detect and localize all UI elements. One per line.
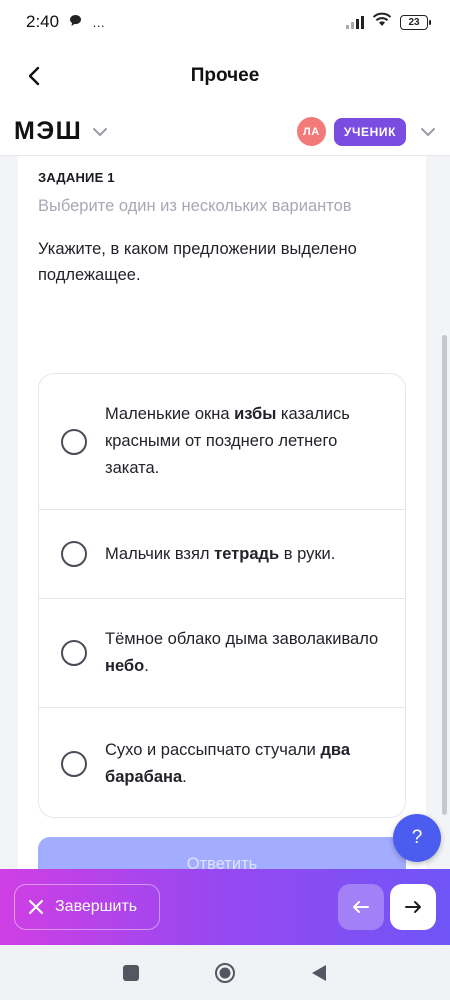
radio-button[interactable] (61, 750, 87, 777)
close-icon (28, 899, 44, 915)
battery-icon: 23 (400, 14, 431, 30)
user-menu[interactable]: ЛА УЧЕНИК (296, 117, 436, 146)
user-menu-toggle[interactable] (420, 127, 436, 137)
app-switcher-button[interactable] (92, 127, 108, 137)
question-text: Укажите, в каком предложении выделено по… (38, 240, 357, 284)
task-card: ЗАДАНИЕ 1 Выберите один из нескольких ва… (18, 156, 426, 916)
battery-level: 23 (408, 16, 420, 28)
next-task-button[interactable] (390, 884, 436, 930)
circle-icon (215, 962, 235, 983)
chevron-left-icon (28, 66, 40, 86)
system-back-button[interactable] (310, 963, 328, 983)
option-text: Мальчик взял тетрадь в руки. (105, 544, 336, 563)
answer-option[interactable]: Сухо и рассыпчато стучали два барабана. (39, 708, 405, 817)
page-title: Прочее (190, 65, 260, 86)
triangle-back-icon (312, 964, 326, 981)
answer-option[interactable]: Маленькие окна избы казались красными от… (39, 374, 405, 510)
back-button[interactable] (18, 60, 50, 92)
radio-button[interactable] (61, 541, 87, 567)
more-dots-icon: … (92, 14, 106, 30)
answer-option[interactable]: Тёмное облако дыма заволакивало небо. (39, 599, 405, 708)
scrollbar[interactable] (442, 335, 447, 815)
option-text: Сухо и рассыпчато стучали два барабана. (105, 740, 351, 786)
status-time: 2:40 (26, 12, 60, 31)
title-bar: Прочее (0, 44, 450, 108)
status-bar: 2:40 … 23 (0, 0, 450, 44)
option-text: Маленькие окна избы казались красными от… (105, 405, 350, 477)
chevron-down-icon (93, 127, 108, 136)
role-badge[interactable]: УЧЕНИК (333, 117, 406, 146)
system-navigation-bar (0, 945, 450, 1000)
previous-task-button[interactable] (338, 884, 384, 930)
task-hint: Выберите один из нескольких вариантов (38, 197, 352, 215)
answer-options: Маленькие окна избы казались красными от… (38, 373, 406, 818)
square-icon (123, 964, 139, 981)
status-left: 2:40 … (26, 12, 105, 32)
option-text: Тёмное облако дыма заволакивало небо. (105, 630, 379, 675)
chat-bubble-icon (69, 14, 82, 30)
recents-button[interactable] (122, 964, 140, 982)
finish-button[interactable]: Завершить (14, 884, 160, 930)
arrow-right-icon (405, 901, 421, 913)
bottom-action-bar: Завершить (0, 869, 450, 945)
status-right: 23 (346, 12, 431, 32)
avatar[interactable]: ЛА (296, 117, 326, 146)
wifi-icon (372, 12, 392, 32)
app-logo[interactable]: МЭШ (14, 117, 82, 146)
home-button[interactable] (214, 962, 236, 984)
task-label: ЗАДАНИЕ 1 (38, 170, 115, 185)
answer-option[interactable]: Мальчик взял тетрадь в руки. (39, 510, 405, 599)
radio-button[interactable] (61, 640, 87, 666)
app-header: МЭШ ЛА УЧЕНИК (0, 108, 450, 156)
arrow-left-icon (353, 901, 369, 913)
help-button[interactable]: ? (393, 814, 441, 862)
chevron-down-icon (421, 127, 435, 136)
finish-label: Завершить (55, 898, 138, 915)
radio-button[interactable] (61, 428, 87, 455)
signal-icon (346, 15, 364, 29)
